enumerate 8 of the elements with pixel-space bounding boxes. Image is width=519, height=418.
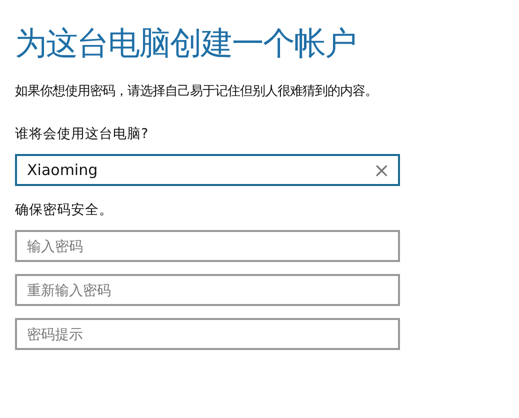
input-field[interactable]: 重新输入密码 [15, 274, 400, 306]
field-label: 谁将会使用这台电脑? [15, 124, 150, 144]
field-label: 确保密码安全。 [15, 201, 114, 220]
clear-button[interactable]: × [367, 158, 396, 182]
description-text: 如果你想使用密码，请选择自己易于记住但别人很难猜到的内容。 [15, 83, 378, 102]
input-field[interactable]: 密码提示 [15, 318, 400, 350]
page-title: 为这台电脑创建一个帐户 [15, 24, 357, 62]
input-field[interactable]: 输入密码 [15, 230, 400, 262]
